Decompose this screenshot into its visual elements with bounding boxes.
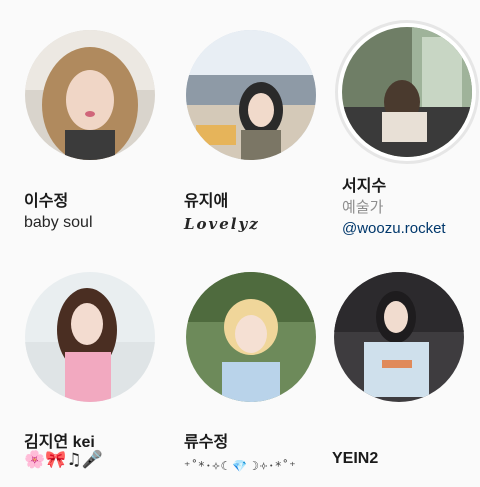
profile-avatar[interactable]: [186, 30, 316, 160]
profile-avatar[interactable]: [334, 272, 464, 402]
profile-link[interactable]: @woozu.rocket: [342, 220, 446, 237]
profile-name[interactable]: 이수정: [24, 187, 68, 211]
profile-avatar[interactable]: [186, 272, 316, 402]
profile-card-5[interactable]: 류수정 ⁺˚*･༓☾💎☽༓･*˚⁺: [160, 260, 320, 480]
profile-bio: baby soul: [24, 214, 93, 231]
profile-name[interactable]: 유지애: [184, 187, 228, 211]
profile-category: 예술가: [342, 199, 384, 216]
profile-card-1[interactable]: 이수정 baby soul: [0, 0, 160, 250]
profile-bio: 🌸🎀♫🎤: [24, 450, 103, 470]
profile-name[interactable]: 김지연 kei: [24, 428, 95, 452]
profile-card-4[interactable]: 김지연 kei 🌸🎀♫🎤: [0, 260, 160, 480]
profile-name[interactable]: 류수정: [184, 428, 228, 452]
profile-card-2[interactable]: 유지애 Lovelyz: [160, 0, 320, 250]
profile-bio: ⁺˚*･༓☾💎☽༓･*˚⁺: [184, 459, 297, 473]
profile-bio: Lovelyz: [184, 215, 260, 233]
profile-card-3[interactable]: 서지수 예술가 @woozu.rocket: [320, 0, 480, 250]
profile-avatar[interactable]: [25, 272, 155, 402]
profile-avatar[interactable]: [25, 30, 155, 160]
profile-name[interactable]: YEIN2: [332, 450, 378, 468]
profile-avatar-with-story-ring[interactable]: [335, 20, 479, 164]
profile-name[interactable]: 서지수: [342, 172, 386, 196]
profile-card-6[interactable]: YEIN2: [320, 260, 480, 480]
